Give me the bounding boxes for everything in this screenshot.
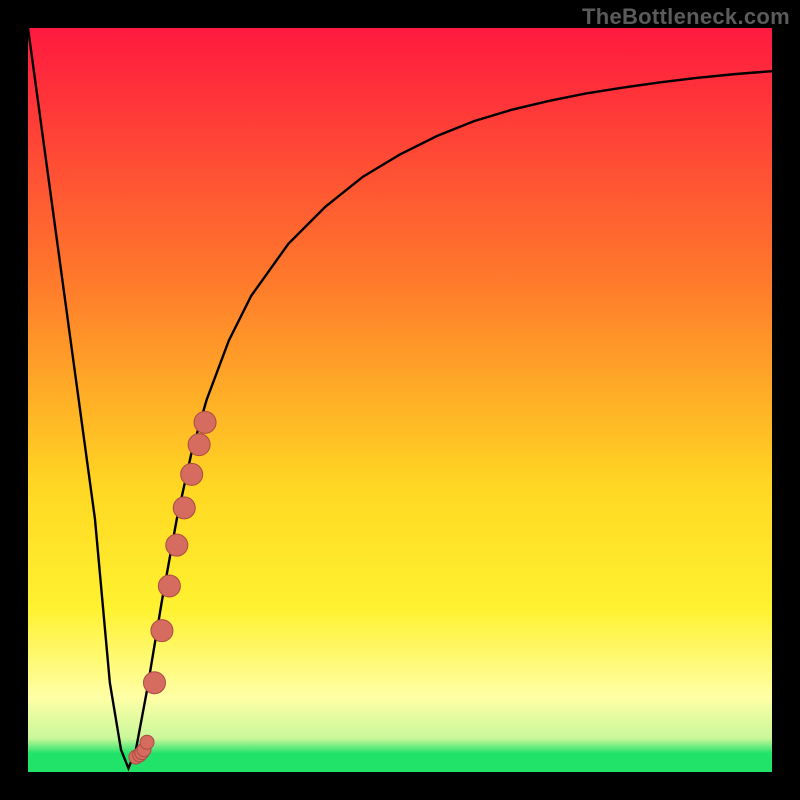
highlight-dot	[158, 575, 180, 597]
highlight-dot	[166, 534, 188, 556]
highlight-dot	[181, 463, 203, 485]
highlight-dot	[143, 672, 165, 694]
highlight-dot	[194, 411, 216, 433]
highlight-dot	[151, 620, 173, 642]
gradient-background	[28, 28, 772, 772]
watermark-text: TheBottleneck.com	[582, 4, 790, 30]
highlight-dot	[140, 735, 154, 749]
plot-area	[28, 28, 772, 772]
highlight-dot	[188, 434, 210, 456]
chart-frame: TheBottleneck.com	[0, 0, 800, 800]
highlight-dot	[173, 497, 195, 519]
bottleneck-chart	[28, 28, 772, 772]
